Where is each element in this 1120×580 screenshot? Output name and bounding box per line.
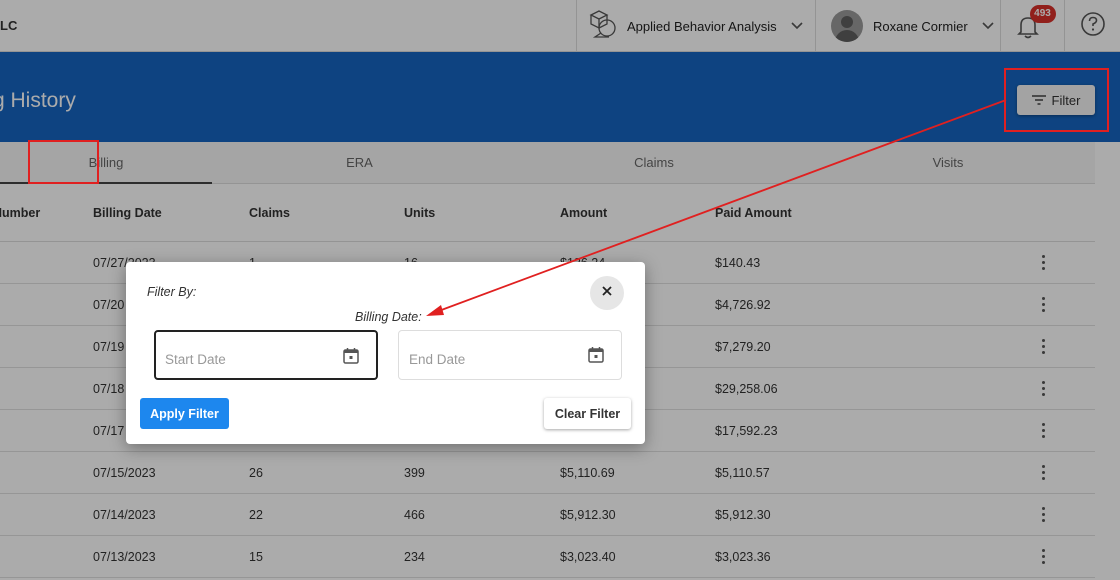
annotation-arrow xyxy=(426,99,1007,316)
